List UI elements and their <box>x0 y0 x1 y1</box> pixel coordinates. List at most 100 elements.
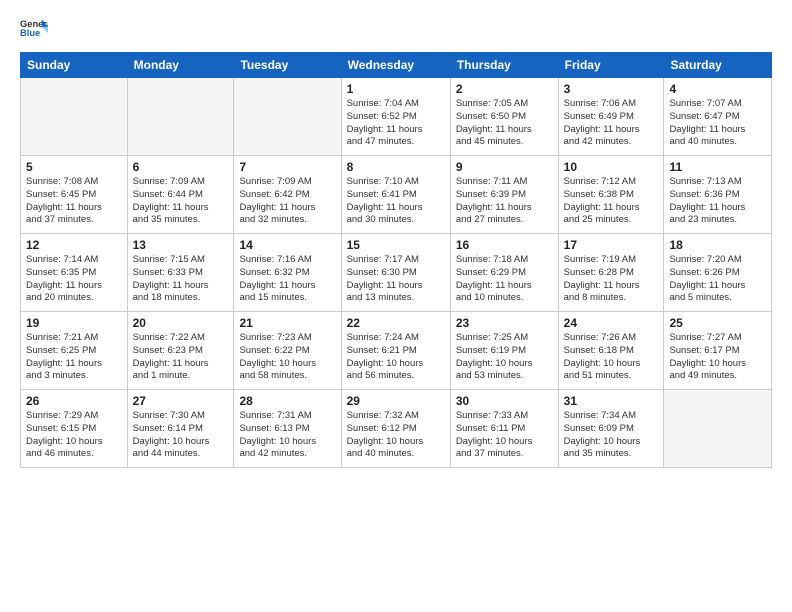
day-info: Sunrise: 7:21 AM Sunset: 6:25 PM Dayligh… <box>26 332 122 383</box>
day-info: Sunrise: 7:20 AM Sunset: 6:26 PM Dayligh… <box>669 254 766 305</box>
day-info: Sunrise: 7:13 AM Sunset: 6:36 PM Dayligh… <box>669 176 766 227</box>
day-info: Sunrise: 7:06 AM Sunset: 6:49 PM Dayligh… <box>564 98 659 149</box>
day-info: Sunrise: 7:15 AM Sunset: 6:33 PM Dayligh… <box>133 254 229 305</box>
page-container: General Blue SundayMondayTuesdayWednesda… <box>0 0 792 478</box>
weekday-header-thursday: Thursday <box>450 53 558 78</box>
day-info: Sunrise: 7:31 AM Sunset: 6:13 PM Dayligh… <box>239 410 335 461</box>
day-number: 29 <box>347 394 445 408</box>
day-info: Sunrise: 7:09 AM Sunset: 6:44 PM Dayligh… <box>133 176 229 227</box>
day-number: 20 <box>133 316 229 330</box>
calendar-day-20: 20 Sunrise: 7:22 AM Sunset: 6:23 PM Dayli… <box>127 312 234 390</box>
day-info: Sunrise: 7:17 AM Sunset: 6:30 PM Dayligh… <box>347 254 445 305</box>
day-info: Sunrise: 7:19 AM Sunset: 6:28 PM Dayligh… <box>564 254 659 305</box>
day-number: 25 <box>669 316 766 330</box>
calendar-day-12: 12 Sunrise: 7:14 AM Sunset: 6:35 PM Dayli… <box>21 234 128 312</box>
weekday-header-friday: Friday <box>558 53 664 78</box>
calendar-day-11: 11 Sunrise: 7:13 AM Sunset: 6:36 PM Dayli… <box>664 156 772 234</box>
calendar-day-13: 13 Sunrise: 7:15 AM Sunset: 6:33 PM Dayli… <box>127 234 234 312</box>
calendar-day-30: 30 Sunrise: 7:33 AM Sunset: 6:11 PM Dayli… <box>450 390 558 468</box>
day-info: Sunrise: 7:32 AM Sunset: 6:12 PM Dayligh… <box>347 410 445 461</box>
calendar-day-8: 8 Sunrise: 7:10 AM Sunset: 6:41 PM Daylig… <box>341 156 450 234</box>
calendar-day-15: 15 Sunrise: 7:17 AM Sunset: 6:30 PM Dayli… <box>341 234 450 312</box>
day-info: Sunrise: 7:14 AM Sunset: 6:35 PM Dayligh… <box>26 254 122 305</box>
day-info: Sunrise: 7:16 AM Sunset: 6:32 PM Dayligh… <box>239 254 335 305</box>
day-number: 9 <box>456 160 553 174</box>
calendar-table: SundayMondayTuesdayWednesdayThursdayFrid… <box>20 52 772 468</box>
calendar-day-2: 2 Sunrise: 7:05 AM Sunset: 6:50 PM Daylig… <box>450 78 558 156</box>
calendar-day-4: 4Sunrise: 7:07 AM Sunset: 6:47 PM Daylig… <box>664 78 772 156</box>
day-info: Sunrise: 7:04 AM Sunset: 6:52 PM Dayligh… <box>347 98 445 149</box>
calendar-day-9: 9 Sunrise: 7:11 AM Sunset: 6:39 PM Daylig… <box>450 156 558 234</box>
calendar-day-22: 22 Sunrise: 7:24 AM Sunset: 6:21 PM Dayli… <box>341 312 450 390</box>
day-info: Sunrise: 7:25 AM Sunset: 6:19 PM Dayligh… <box>456 332 553 383</box>
day-info: Sunrise: 7:18 AM Sunset: 6:29 PM Dayligh… <box>456 254 553 305</box>
day-info: Sunrise: 7:09 AM Sunset: 6:42 PM Dayligh… <box>239 176 335 227</box>
calendar-day-empty <box>234 78 341 156</box>
day-number: 11 <box>669 160 766 174</box>
day-info: Sunrise: 7:24 AM Sunset: 6:21 PM Dayligh… <box>347 332 445 383</box>
day-number: 30 <box>456 394 553 408</box>
calendar-day-10: 10Sunrise: 7:12 AM Sunset: 6:38 PM Dayli… <box>558 156 664 234</box>
day-number: 1 <box>347 82 445 96</box>
day-number: 26 <box>26 394 122 408</box>
weekday-header-tuesday: Tuesday <box>234 53 341 78</box>
day-number: 6 <box>133 160 229 174</box>
day-info: Sunrise: 7:33 AM Sunset: 6:11 PM Dayligh… <box>456 410 553 461</box>
calendar-day-empty <box>127 78 234 156</box>
day-info: Sunrise: 7:10 AM Sunset: 6:41 PM Dayligh… <box>347 176 445 227</box>
calendar-day-3: 3Sunrise: 7:06 AM Sunset: 6:49 PM Daylig… <box>558 78 664 156</box>
day-number: 18 <box>669 238 766 252</box>
day-info: Sunrise: 7:29 AM Sunset: 6:15 PM Dayligh… <box>26 410 122 461</box>
calendar-day-5: 5Sunrise: 7:08 AM Sunset: 6:45 PM Daylig… <box>21 156 128 234</box>
calendar-day-28: 28 Sunrise: 7:31 AM Sunset: 6:13 PM Dayli… <box>234 390 341 468</box>
weekday-header-saturday: Saturday <box>664 53 772 78</box>
calendar-day-24: 24Sunrise: 7:26 AM Sunset: 6:18 PM Dayli… <box>558 312 664 390</box>
day-info: Sunrise: 7:07 AM Sunset: 6:47 PM Dayligh… <box>669 98 766 149</box>
calendar-day-27: 27Sunrise: 7:30 AM Sunset: 6:14 PM Dayli… <box>127 390 234 468</box>
svg-text:Blue: Blue <box>20 28 40 38</box>
calendar-week-row: 19 Sunrise: 7:21 AM Sunset: 6:25 PM Dayli… <box>21 312 772 390</box>
calendar-day-17: 17 Sunrise: 7:19 AM Sunset: 6:28 PM Dayli… <box>558 234 664 312</box>
day-number: 8 <box>347 160 445 174</box>
day-info: Sunrise: 7:05 AM Sunset: 6:50 PM Dayligh… <box>456 98 553 149</box>
day-number: 19 <box>26 316 122 330</box>
day-info: Sunrise: 7:34 AM Sunset: 6:09 PM Dayligh… <box>564 410 659 461</box>
day-number: 13 <box>133 238 229 252</box>
weekday-header-sunday: Sunday <box>21 53 128 78</box>
logo-icon: General Blue <box>20 16 48 44</box>
day-info: Sunrise: 7:08 AM Sunset: 6:45 PM Dayligh… <box>26 176 122 227</box>
day-info: Sunrise: 7:23 AM Sunset: 6:22 PM Dayligh… <box>239 332 335 383</box>
calendar-day-6: 6 Sunrise: 7:09 AM Sunset: 6:44 PM Daylig… <box>127 156 234 234</box>
day-number: 17 <box>564 238 659 252</box>
calendar-day-29: 29 Sunrise: 7:32 AM Sunset: 6:12 PM Dayli… <box>341 390 450 468</box>
weekday-header-monday: Monday <box>127 53 234 78</box>
calendar-day-26: 26 Sunrise: 7:29 AM Sunset: 6:15 PM Dayli… <box>21 390 128 468</box>
calendar-day-25: 25 Sunrise: 7:27 AM Sunset: 6:17 PM Dayli… <box>664 312 772 390</box>
day-number: 28 <box>239 394 335 408</box>
calendar-day-1: 1 Sunrise: 7:04 AM Sunset: 6:52 PM Daylig… <box>341 78 450 156</box>
header-row: General Blue <box>20 16 772 44</box>
day-number: 12 <box>26 238 122 252</box>
day-number: 16 <box>456 238 553 252</box>
day-number: 22 <box>347 316 445 330</box>
weekday-header-wednesday: Wednesday <box>341 53 450 78</box>
day-number: 15 <box>347 238 445 252</box>
day-number: 21 <box>239 316 335 330</box>
calendar-day-21: 21 Sunrise: 7:23 AM Sunset: 6:22 PM Dayli… <box>234 312 341 390</box>
logo: General Blue <box>20 16 48 44</box>
calendar-day-16: 16 Sunrise: 7:18 AM Sunset: 6:29 PM Dayli… <box>450 234 558 312</box>
day-number: 31 <box>564 394 659 408</box>
day-number: 14 <box>239 238 335 252</box>
day-info: Sunrise: 7:30 AM Sunset: 6:14 PM Dayligh… <box>133 410 229 461</box>
calendar-week-row: 12 Sunrise: 7:14 AM Sunset: 6:35 PM Dayli… <box>21 234 772 312</box>
calendar-week-row: 1 Sunrise: 7:04 AM Sunset: 6:52 PM Daylig… <box>21 78 772 156</box>
day-number: 2 <box>456 82 553 96</box>
weekday-header-row: SundayMondayTuesdayWednesdayThursdayFrid… <box>21 53 772 78</box>
day-info: Sunrise: 7:27 AM Sunset: 6:17 PM Dayligh… <box>669 332 766 383</box>
calendar-day-23: 23 Sunrise: 7:25 AM Sunset: 6:19 PM Dayli… <box>450 312 558 390</box>
calendar-day-14: 14 Sunrise: 7:16 AM Sunset: 6:32 PM Dayli… <box>234 234 341 312</box>
calendar-week-row: 26 Sunrise: 7:29 AM Sunset: 6:15 PM Dayli… <box>21 390 772 468</box>
day-info: Sunrise: 7:22 AM Sunset: 6:23 PM Dayligh… <box>133 332 229 383</box>
day-info: Sunrise: 7:11 AM Sunset: 6:39 PM Dayligh… <box>456 176 553 227</box>
day-number: 23 <box>456 316 553 330</box>
